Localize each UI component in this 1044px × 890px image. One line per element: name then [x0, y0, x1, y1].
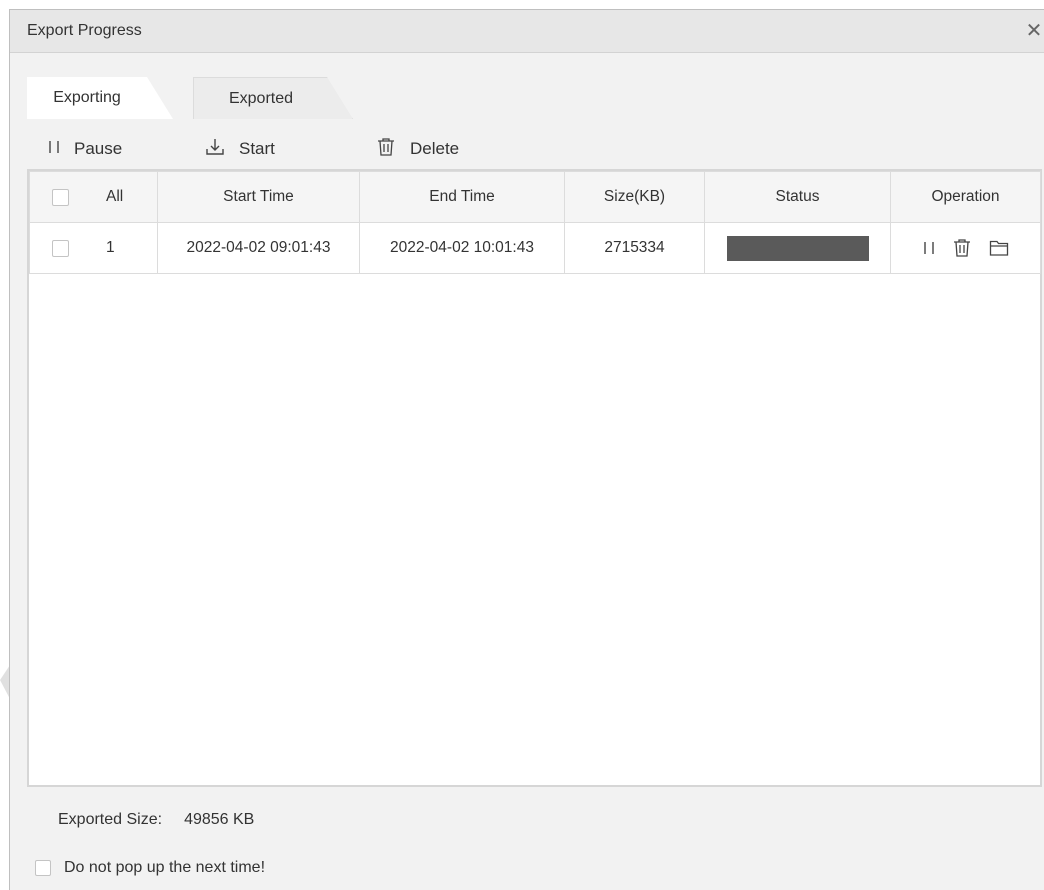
close-icon[interactable]: ✕: [1023, 20, 1044, 42]
header-size: Size(KB): [564, 171, 705, 223]
header-select-all: All: [29, 171, 158, 223]
start-button[interactable]: Start: [205, 135, 275, 163]
row-select-cell: 1: [29, 222, 158, 274]
row-checkbox[interactable]: [52, 240, 69, 257]
tab-exported[interactable]: Exported: [193, 77, 353, 119]
pause-icon: [48, 139, 60, 160]
trash-icon: [376, 137, 396, 162]
start-label: Start: [239, 139, 275, 158]
dont-pop-option[interactable]: Do not pop up the next time!: [35, 859, 265, 877]
dialog-title: Export Progress: [27, 22, 142, 39]
header-status: Status: [704, 171, 891, 223]
table-row: 1 2022-04-02 09:01:43 2022-04-02 10:01:4…: [29, 222, 1041, 274]
dont-pop-checkbox[interactable]: [35, 860, 51, 876]
row-status: [704, 222, 891, 274]
row-end-time: 2022-04-02 10:01:43: [359, 222, 565, 274]
download-icon: [205, 137, 225, 162]
dont-pop-label: Do not pop up the next time!: [64, 859, 266, 876]
exported-size: Exported Size: 49856 KB: [58, 811, 254, 829]
export-progress-dialog: Export Progress ✕ Exporting Exported Pau…: [9, 9, 1044, 890]
row-folder-icon[interactable]: [989, 239, 1009, 257]
row-index: 1: [106, 239, 115, 256]
header-end-time: End Time: [359, 171, 565, 223]
tab-exporting[interactable]: Exporting: [27, 77, 173, 119]
delete-button[interactable]: Delete: [376, 135, 459, 163]
exported-size-value: 49856 KB: [184, 811, 255, 828]
row-trash-icon[interactable]: [952, 238, 972, 258]
header-start-time: Start Time: [157, 171, 360, 223]
tab-exporting-label: Exporting: [53, 89, 121, 106]
tab-exported-label: Exported: [228, 90, 294, 107]
pause-label: Pause: [74, 139, 123, 158]
status-progress-bar: [726, 235, 869, 261]
export-table: All Start Time End Time Size(KB) Status …: [27, 169, 1042, 787]
pause-button[interactable]: Pause: [48, 135, 122, 163]
row-start-time: 2022-04-02 09:01:43: [157, 222, 360, 274]
exported-size-label: Exported Size:: [58, 811, 163, 828]
select-all-checkbox[interactable]: [52, 189, 69, 206]
row-operation: [890, 222, 1041, 274]
row-size: 2715334: [564, 222, 705, 274]
table-header-row: All Start Time End Time Size(KB) Status …: [29, 171, 1041, 223]
delete-label: Delete: [410, 139, 460, 158]
header-all-label: All: [106, 188, 124, 205]
row-pause-icon[interactable]: [923, 240, 935, 256]
dialog-titlebar: Export Progress ✕: [10, 10, 1044, 53]
header-operation: Operation: [890, 171, 1041, 223]
